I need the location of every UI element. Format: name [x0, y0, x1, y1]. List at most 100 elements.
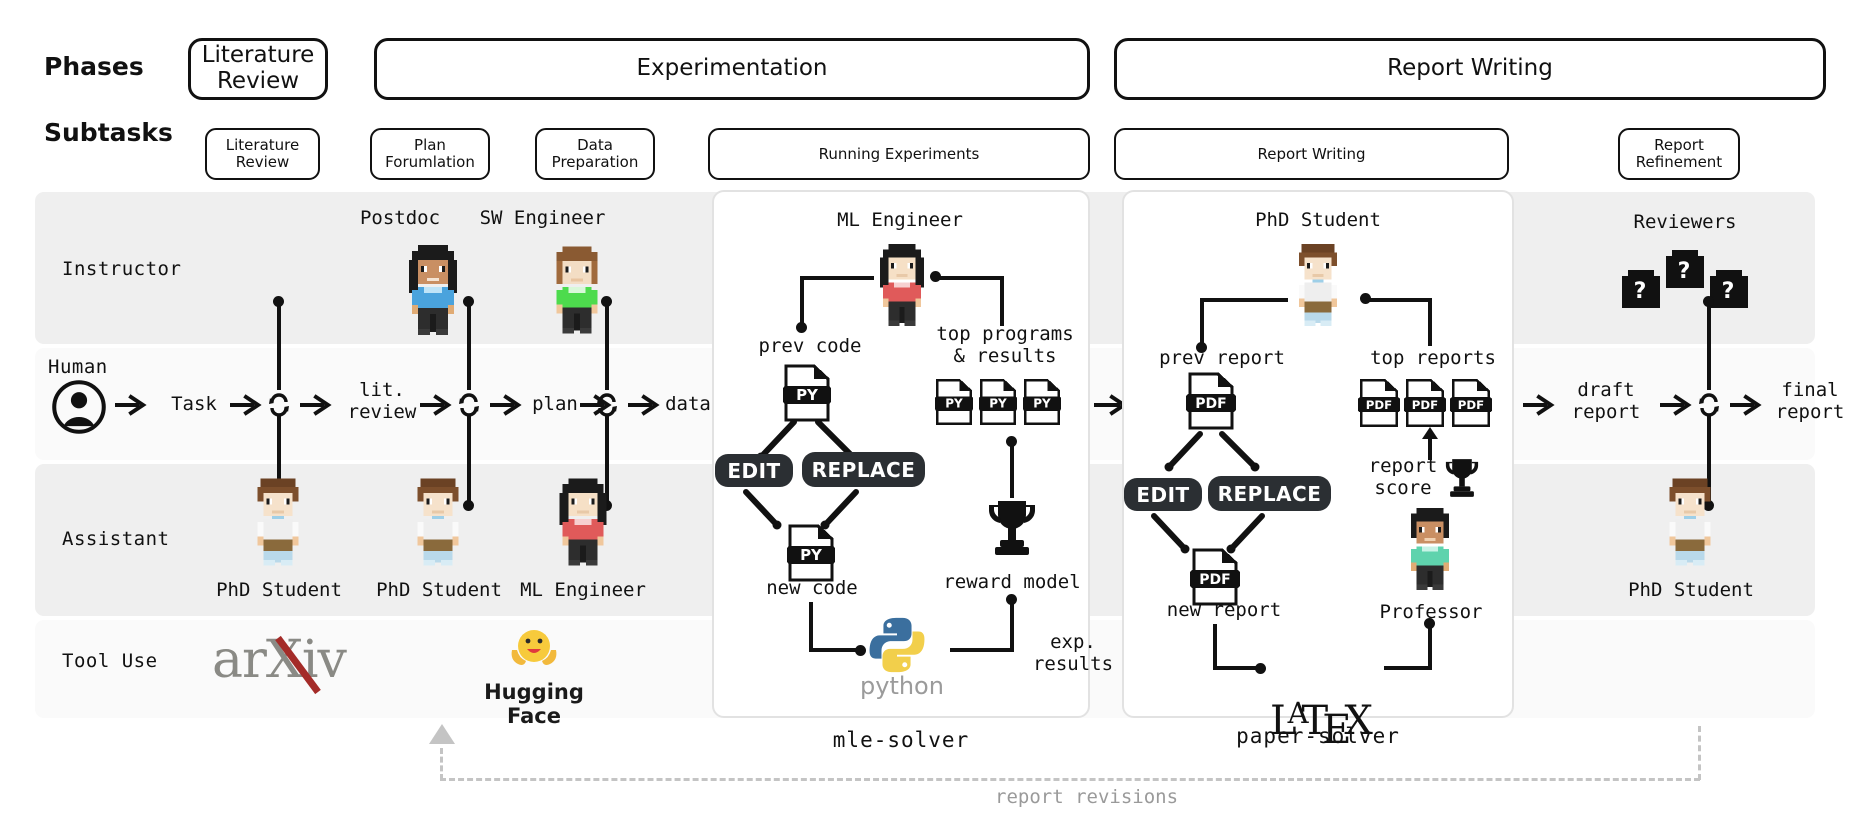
flow-arrow-2 — [230, 392, 264, 422]
mle-solver-agent-label: ML Engineer — [837, 209, 963, 231]
mle-elbow-left-v — [800, 276, 804, 328]
latex-logo: LATEX — [1270, 696, 1373, 753]
top-reports-file-icon-2: PDF — [1404, 378, 1446, 432]
flow-arrow-3 — [300, 392, 334, 422]
svg-text:PDF: PDF — [1199, 572, 1230, 588]
svg-text:PDF: PDF — [1366, 398, 1392, 412]
feedback-loop-bottom-h — [440, 778, 1700, 781]
paper-newreport-latex-dot — [1255, 663, 1266, 674]
assistant-phd-student-label-1: PhD Student — [216, 579, 342, 601]
python-icon — [869, 617, 925, 673]
reviewers-avatar-group: ? ? ? — [1612, 246, 1758, 330]
instructor-link-dot-2 — [463, 296, 474, 307]
mle-elbow-right-dot — [930, 271, 941, 282]
paper-edge-prevreport-edit — [1144, 430, 1214, 482]
report-score-trophy-icon — [1441, 456, 1483, 504]
subtask-box-report-refinement[interactable]: Report Refinement — [1618, 128, 1740, 180]
assistant-phd-student-avatar-3 — [1658, 474, 1722, 574]
phase-box-experimentation[interactable]: Experimentation — [374, 38, 1090, 100]
paper-action-edit-button[interactable]: EDIT — [1124, 478, 1202, 511]
paper-professor-latex-dot — [1424, 618, 1435, 629]
assistant-label: Assistant — [62, 528, 170, 550]
paper-professor-latex-h — [1384, 666, 1432, 670]
flow-node-plan: plan — [532, 393, 578, 415]
assistant-phd-student-avatar-1 — [246, 474, 310, 574]
mle-newcode-python-h — [809, 648, 861, 652]
paper-solver-agent-label: PhD Student — [1255, 209, 1381, 231]
svg-text:?: ? — [1722, 279, 1735, 304]
instructor-postdoc-avatar — [400, 242, 466, 342]
phase-box-report-writing[interactable]: Report Writing — [1114, 38, 1826, 100]
paper-node-prev-report-label: prev report — [1159, 347, 1285, 369]
svg-text:PDF: PDF — [1412, 398, 1438, 412]
mle-node-top-programs-label: top programs & results — [936, 323, 1074, 367]
svg-text:PY: PY — [989, 397, 1007, 411]
instructor-link-line-1 — [277, 300, 281, 390]
flow-node-draft-report: draft report — [1571, 379, 1641, 423]
mle-node-prev-code-label: prev code — [758, 335, 862, 357]
top-reports-file-icon-3: PDF — [1450, 378, 1492, 432]
paper-professor-latex-v — [1428, 622, 1432, 670]
hugging-face-label: Hugging Face — [484, 680, 584, 728]
professor-avatar — [1400, 504, 1460, 598]
prev-code-badge-text: PY — [796, 386, 819, 404]
subtask-box-literature-review[interactable]: Literature Review — [205, 128, 320, 180]
svg-text:PY: PY — [800, 546, 823, 564]
mle-node-exp-results-label: exp. results — [1032, 631, 1114, 675]
tooluse-label: Tool Use — [62, 650, 158, 672]
paper-elbow-left-v — [1200, 298, 1204, 348]
mle-elbow-right-h — [934, 276, 1004, 280]
mle-elbow-left-dot — [796, 322, 807, 333]
top-programs-file-icon-2: PY — [978, 378, 1018, 430]
mle-solver-title: mle-solver — [832, 728, 970, 752]
svg-text:PY: PY — [1033, 397, 1051, 411]
subtasks-row-label: Subtasks — [44, 118, 173, 147]
paper-score-topreports-arrowhead — [1421, 426, 1439, 445]
phase-box-literature-review[interactable]: Literature Review — [188, 38, 328, 100]
flow-arrow-4 — [420, 392, 454, 422]
mle-expresults-h — [950, 648, 1014, 652]
subtask-box-report-writing[interactable]: Report Writing — [1114, 128, 1509, 180]
prev-report-file-icon: PDF — [1186, 372, 1236, 434]
mle-newcode-python-v — [809, 602, 813, 652]
hugging-face-icon — [511, 630, 557, 665]
mle-action-replace-button[interactable]: REPLACE — [802, 452, 925, 487]
flow-node-lit-review: lit. review — [347, 379, 417, 423]
mle-reward-topprog-dot — [1006, 436, 1017, 447]
assistant-ml-engineer-avatar — [551, 474, 615, 574]
svg-text:?: ? — [1634, 279, 1647, 304]
top-reports-file-icon-1: PDF — [1358, 378, 1400, 432]
paper-elbow-right-dot — [1360, 293, 1371, 304]
paper-solver-phd-student-avatar — [1288, 240, 1348, 334]
paper-action-replace-button[interactable]: REPLACE — [1208, 476, 1331, 511]
mle-solver-ml-engineer-avatar — [872, 240, 932, 334]
mle-expresults-dot — [1006, 594, 1017, 605]
subtask-box-plan-formulation[interactable]: Plan Forumlation — [370, 128, 490, 180]
human-avatar-icon — [52, 380, 106, 438]
mle-action-edit-button[interactable]: EDIT — [715, 454, 793, 487]
subtask-box-running-experiments[interactable]: Running Experiments — [708, 128, 1090, 180]
assistant-phd-student-avatar-2 — [406, 474, 470, 574]
paper-newreport-latex-h — [1213, 666, 1261, 670]
flow-node-task: Task — [171, 393, 217, 415]
mle-newcode-python-dot — [855, 645, 866, 656]
subtask-box-data-preparation[interactable]: Data Preparation — [535, 128, 655, 180]
mle-expresults-v — [1010, 598, 1014, 648]
python-logo: python — [860, 614, 944, 700]
flow-arrow-5 — [490, 392, 524, 422]
feedback-loop-label: report revisions — [995, 786, 1179, 808]
feedback-loop-arrowhead — [426, 722, 458, 760]
paper-elbow-right-h — [1364, 298, 1432, 302]
paper-node-top-reports-label: top reports — [1370, 347, 1496, 369]
assistant-phd-student-label-3: PhD Student — [1628, 579, 1754, 601]
paper-elbow-right-v — [1428, 298, 1432, 346]
mle-elbow-left-h — [800, 276, 874, 280]
instructor-link-dot-4 — [1703, 296, 1714, 307]
paper-newreport-latex-v — [1213, 624, 1217, 670]
paper-node-new-report-label: new report — [1166, 599, 1282, 621]
hugging-face-logo[interactable]: Hugging Face — [484, 626, 614, 728]
top-programs-file-icon-1: PY — [934, 378, 974, 430]
svg-text:PY: PY — [945, 397, 963, 411]
feedback-loop-right-v — [1698, 726, 1701, 780]
instructor-link-dot-3 — [601, 296, 612, 307]
